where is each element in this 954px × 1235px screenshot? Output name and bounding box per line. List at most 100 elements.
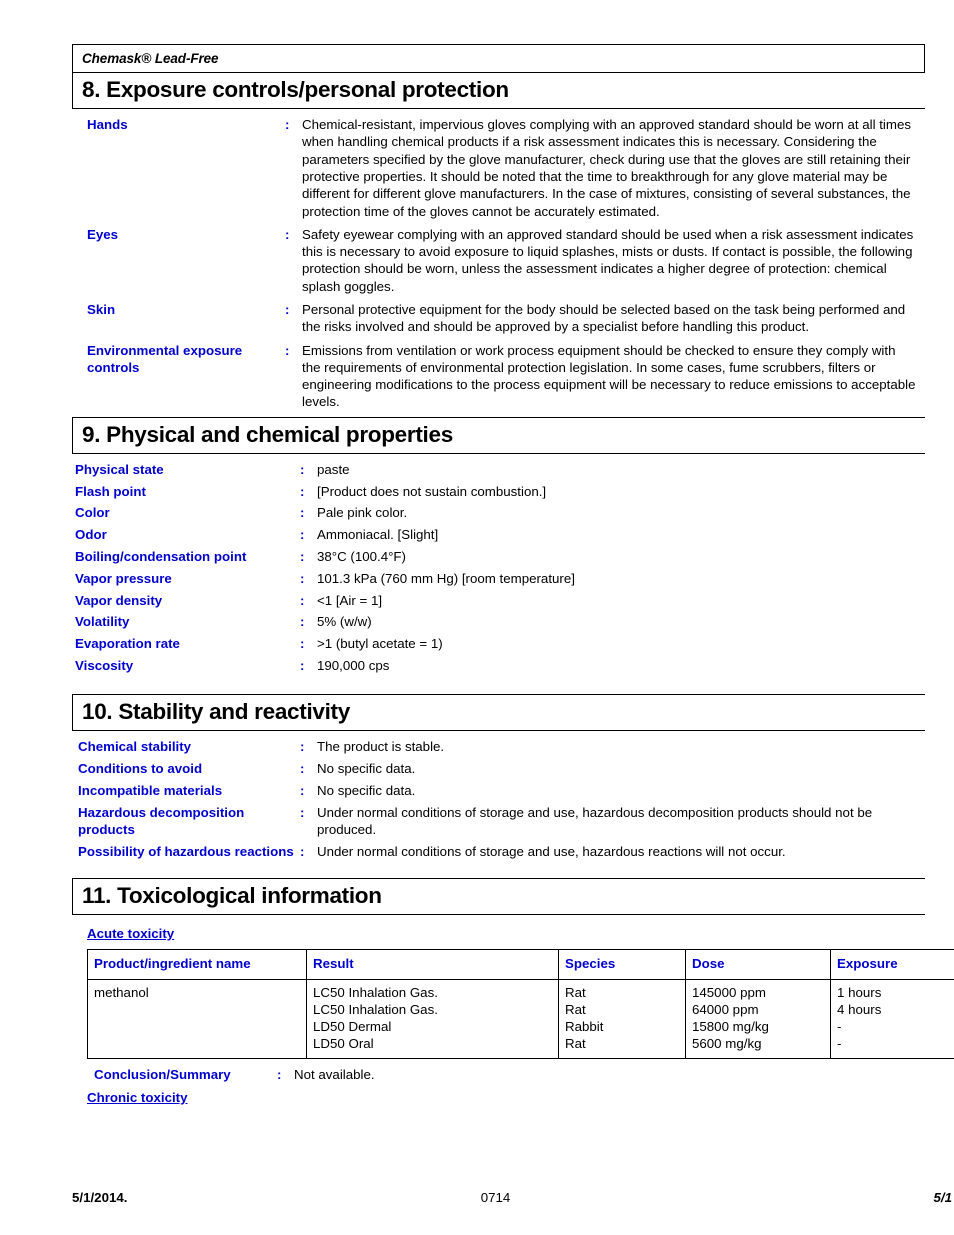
property-row: Evaporation rate : >1 (butyl acetate = 1… xyxy=(72,635,925,652)
row-value: Under normal conditions of storage and u… xyxy=(317,804,873,837)
row-colon: : xyxy=(277,1066,282,1082)
row-label: Hazardous decomposition products xyxy=(78,804,245,837)
property-row: Conclusion/Summary : Not available. xyxy=(72,1066,925,1083)
section-8-title: 8. Exposure controls/personal protection xyxy=(82,77,509,102)
product-header: Chemask® Lead-Free xyxy=(72,44,925,72)
row-label: Possibility of hazardous reactions xyxy=(78,843,294,859)
cell-result: LC50 Inhalation Gas. LC50 Inhalation Gas… xyxy=(306,978,559,1059)
section-8-rows: Hands : Chemical-resistant, impervious g… xyxy=(72,116,925,411)
row-colon: : xyxy=(300,570,305,586)
column-header-species: Species xyxy=(558,949,686,980)
property-row: Hands : Chemical-resistant, impervious g… xyxy=(72,116,925,220)
acute-toxicity-heading: Acute toxicity xyxy=(87,926,175,942)
row-value: paste xyxy=(317,461,350,477)
row-value: Under normal conditions of storage and u… xyxy=(317,843,786,859)
row-colon: : xyxy=(285,302,290,317)
section-11-header: 11. Toxicological information xyxy=(72,878,925,916)
row-colon: : xyxy=(300,592,305,608)
property-row: Conditions to avoid : No specific data. xyxy=(72,760,925,777)
row-label: Conditions to avoid xyxy=(78,761,203,777)
property-row: Physical state : paste xyxy=(72,461,925,478)
row-value: 38°C (100.4°F) xyxy=(317,549,406,564)
row-label: Eyes xyxy=(87,226,119,242)
property-row: Volatility : 5% (w/w) xyxy=(72,613,925,630)
property-row: Skin : Personal protective equipment for… xyxy=(72,301,925,336)
table-row: methanol LC50 Inhalation Gas. LC50 Inhal… xyxy=(87,978,954,1059)
table-body: methanol LC50 Inhalation Gas. LC50 Inhal… xyxy=(87,978,954,1059)
row-value: [Product does not sustain combustion.] xyxy=(317,483,547,499)
row-colon: : xyxy=(300,527,305,543)
property-row: Flash point : [Product does not sustain … xyxy=(72,483,925,500)
row-value: >1 (butyl acetate = 1) xyxy=(317,636,443,652)
row-colon: : xyxy=(300,636,305,652)
cell-species: Rat Rat Rabbit Rat xyxy=(558,978,686,1059)
row-value: Pale pink color. xyxy=(317,505,408,521)
row-value: Personal protective equipment for the bo… xyxy=(302,302,906,335)
table-head: Product/ingredient name Result Species D… xyxy=(87,949,954,980)
row-label: Physical state xyxy=(75,461,164,477)
row-label: Skin xyxy=(87,302,116,317)
sds-page: Chemask® Lead-Free 8. Exposure controls/… xyxy=(0,0,954,1235)
row-colon: : xyxy=(285,226,290,242)
cell-dose: 145000 ppm 64000 ppm 15800 mg/kg 5600 mg… xyxy=(685,978,831,1059)
property-row: Possibility of hazardous reactions : Und… xyxy=(72,843,925,860)
footer-code: 0714 xyxy=(480,1190,511,1205)
property-row: Vapor pressure : 101.3 kPa (760 mm Hg) [… xyxy=(72,570,925,587)
row-colon: : xyxy=(300,505,305,521)
column-header-product-ingredient-name: Product/ingredient name xyxy=(87,949,307,980)
property-row: Incompatible materials : No specific dat… xyxy=(72,782,925,799)
row-label: Chemical stability xyxy=(78,739,192,755)
row-label: Viscosity xyxy=(75,657,134,673)
row-colon: : xyxy=(300,761,305,777)
chronic-toxicity-block: Chronic toxicity xyxy=(72,1089,925,1107)
section-9-title: 9. Physical and chemical properties xyxy=(82,421,453,447)
product-name: Chemask® Lead-Free xyxy=(82,51,219,66)
row-value: No specific data. xyxy=(317,761,416,777)
row-label: Volatility xyxy=(75,614,130,630)
property-row: Odor : Ammoniacal. [Slight] xyxy=(72,526,925,543)
section-10-title: 10. Stability and reactivity xyxy=(82,699,350,725)
section-11-title: 11. Toxicological information xyxy=(82,883,382,909)
row-value: Safety eyewear complying with an approve… xyxy=(302,226,914,294)
acute-toxicity-table: Product/ingredient name Result Species D… xyxy=(87,949,954,1059)
row-value: 5% (w/w) xyxy=(317,614,372,630)
page-content: Chemask® Lead-Free 8. Exposure controls/… xyxy=(72,44,954,1107)
row-value: <1 [Air = 1] xyxy=(317,592,383,608)
row-colon: : xyxy=(300,461,305,477)
row-colon: : xyxy=(300,739,305,755)
section-9-rows: Physical state : paste Flash point : [Pr… xyxy=(72,461,925,674)
property-row: Hazardous decomposition products : Under… xyxy=(72,804,925,839)
cell-product-ingredient-name: methanol xyxy=(87,978,307,1059)
row-value: Chemical-resistant, impervious gloves co… xyxy=(302,117,911,219)
footer-date: 5/1/2014. xyxy=(72,1190,128,1205)
row-colon: : xyxy=(285,342,290,358)
column-header-dose: Dose xyxy=(685,949,831,980)
row-label: Hands xyxy=(87,117,128,133)
table-header-row: Product/ingredient name Result Species D… xyxy=(87,949,954,980)
chronic-toxicity-heading: Chronic toxicity xyxy=(87,1089,188,1105)
property-row: Chemical stability : The product is stab… xyxy=(72,738,925,755)
conclusion-block: Conclusion/Summary : Not available. xyxy=(72,1066,925,1083)
property-row: Color : Pale pink color. xyxy=(72,504,925,521)
row-label: Boiling/condensation point xyxy=(75,549,247,564)
row-label: Incompatible materials xyxy=(78,782,223,798)
row-value: The product is stable. xyxy=(317,739,445,755)
row-value: 190,000 cps xyxy=(317,657,390,673)
row-label: Environmental exposure controls xyxy=(87,342,243,375)
row-label: Flash point xyxy=(75,483,146,499)
property-row: Vapor density : <1 [Air = 1] xyxy=(72,592,925,609)
column-header-result: Result xyxy=(306,949,559,980)
row-colon: : xyxy=(300,483,305,499)
property-row: Boiling/condensation point : 38°C (100.4… xyxy=(72,548,925,565)
row-label: Color xyxy=(75,505,110,521)
section-10-rows: Chemical stability : The product is stab… xyxy=(72,738,925,860)
row-label: Vapor density xyxy=(75,592,163,608)
property-row: Environmental exposure controls : Emissi… xyxy=(72,342,925,411)
row-colon: : xyxy=(300,843,305,859)
property-row: Viscosity : 190,000 cps xyxy=(72,657,925,674)
row-value: Ammoniacal. [Slight] xyxy=(317,527,439,543)
section-8-header: 8. Exposure controls/personal protection xyxy=(72,72,925,110)
row-colon: : xyxy=(300,804,305,820)
row-colon: : xyxy=(300,782,305,798)
row-colon: : xyxy=(300,657,305,673)
